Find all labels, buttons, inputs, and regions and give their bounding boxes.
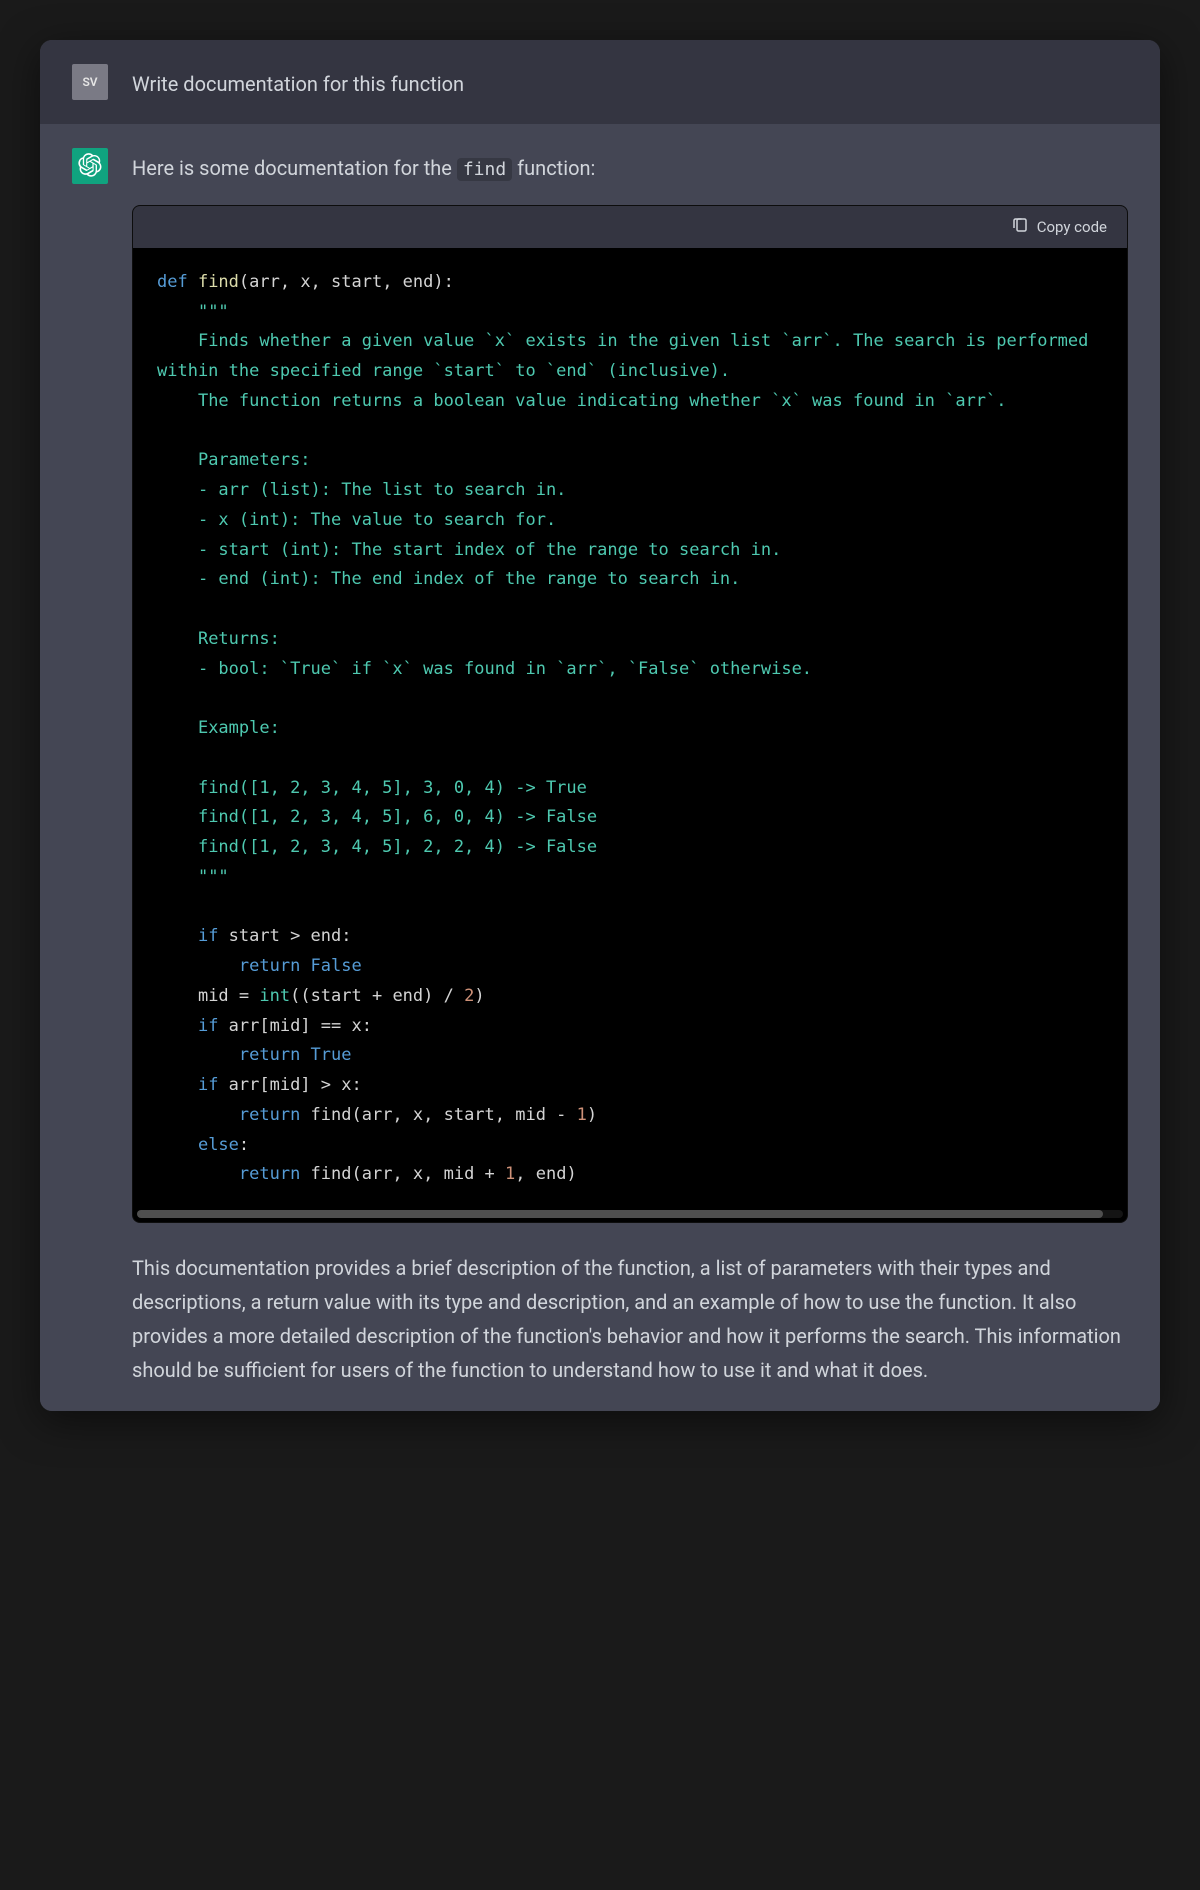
user-avatar-text: SV	[82, 75, 97, 89]
code-token: find([1, 2, 3, 4, 5], 3, 0, 4) -> True	[157, 778, 587, 798]
code-token: Finds whether a given value `x` exists i…	[157, 331, 1099, 381]
code-token: The function returns a boolean value ind…	[157, 391, 1007, 411]
code-token: - arr (list): The list to search in.	[157, 480, 566, 500]
assistant-closing: This documentation provides a brief desc…	[132, 1251, 1128, 1387]
code-token: if	[157, 1016, 229, 1036]
code-token: mid =	[157, 986, 259, 1006]
code-token: ((start + end) /	[290, 986, 464, 1006]
code-token: - bool: `True` if `x` was found in `arr`…	[157, 659, 812, 679]
code-token: )	[474, 986, 484, 1006]
code-token: (arr, x, start, end):	[239, 272, 454, 292]
code-token: int	[259, 986, 290, 1006]
code-block: Copy code def find(arr, x, start, end): …	[132, 205, 1128, 1223]
code-token: False	[311, 956, 362, 976]
code-token: start > end:	[229, 926, 352, 946]
code-token: Parameters:	[157, 450, 311, 470]
code-token: return	[157, 956, 311, 976]
copy-code-button[interactable]: Copy code	[1011, 216, 1107, 238]
assistant-avatar	[72, 148, 108, 184]
code-token: 1	[577, 1105, 587, 1125]
code-token: find([1, 2, 3, 4, 5], 6, 0, 4) -> False	[157, 807, 597, 827]
clipboard-icon	[1011, 216, 1029, 238]
code-token: def	[157, 272, 198, 292]
intro-inline-code: find	[457, 158, 512, 181]
intro-suffix: function:	[512, 156, 595, 180]
assistant-message-content: Here is some documentation for the find …	[132, 148, 1128, 1387]
code-token: :	[239, 1135, 249, 1155]
code-token: - end (int): The end index of the range …	[157, 569, 740, 589]
closing-text: This documentation provides a brief desc…	[132, 1256, 1121, 1382]
assistant-message: Here is some documentation for the find …	[40, 124, 1160, 1411]
assistant-intro: Here is some documentation for the find …	[132, 152, 1128, 185]
horizontal-scrollbar[interactable]	[137, 1210, 1123, 1218]
code-token: find([1, 2, 3, 4, 5], 2, 2, 4) -> False	[157, 837, 597, 857]
code-header: Copy code	[133, 206, 1127, 248]
code-token: True	[311, 1045, 352, 1065]
code-token: if	[157, 1075, 229, 1095]
code-token: """	[157, 867, 229, 887]
code-token: find(arr, x, start, mid -	[311, 1105, 577, 1125]
code-token: , end)	[515, 1164, 576, 1184]
code-token: find(arr, x, mid +	[311, 1164, 505, 1184]
code-token: return	[157, 1045, 311, 1065]
intro-prefix: Here is some documentation for the	[132, 156, 457, 180]
code-token: return	[157, 1164, 311, 1184]
code-token: arr[mid] > x:	[229, 1075, 362, 1095]
code-token: if	[157, 926, 229, 946]
code-token: find	[198, 272, 239, 292]
code-token: - x (int): The value to search for.	[157, 510, 556, 530]
code-token: 2	[464, 986, 474, 1006]
code-token: return	[157, 1105, 311, 1125]
openai-logo-icon	[78, 153, 102, 180]
user-message-content: Write documentation for this function	[132, 64, 1128, 100]
code-token: """	[157, 302, 229, 322]
code-token: )	[587, 1105, 597, 1125]
code-token: 1	[505, 1164, 515, 1184]
code-token: - start (int): The start index of the ra…	[157, 540, 781, 560]
user-message-text: Write documentation for this function	[132, 72, 464, 96]
copy-code-label: Copy code	[1037, 218, 1107, 236]
code-token: Returns:	[157, 629, 280, 649]
user-message: SV Write documentation for this function	[40, 40, 1160, 124]
scrollbar-thumb[interactable]	[137, 1210, 1103, 1218]
code-body: def find(arr, x, start, end): """ Finds …	[133, 248, 1127, 1210]
code-token: Example:	[157, 718, 280, 738]
code-token: arr[mid] == x:	[229, 1016, 372, 1036]
code-token: else	[157, 1135, 239, 1155]
user-avatar: SV	[72, 64, 108, 100]
chat-container: SV Write documentation for this function…	[40, 40, 1160, 1411]
